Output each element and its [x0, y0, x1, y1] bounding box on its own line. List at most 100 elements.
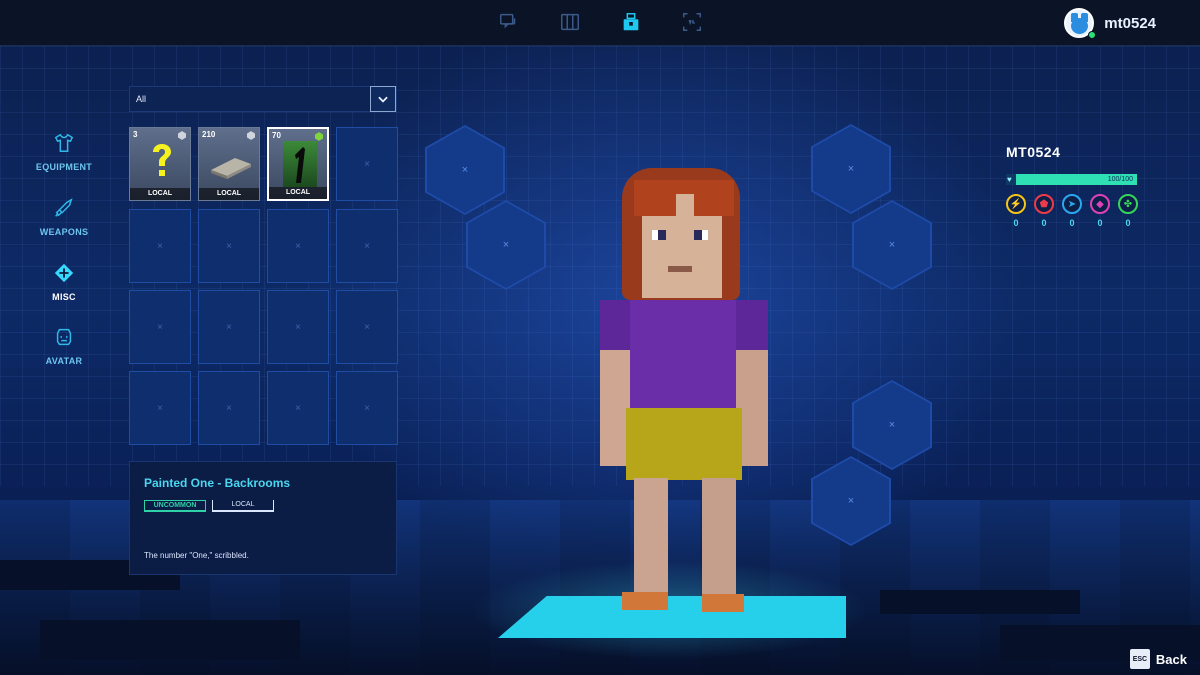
inventory-slot-empty[interactable]: × — [267, 290, 329, 364]
character-sleeve-left — [600, 300, 630, 350]
inventory-slot-empty[interactable]: × — [267, 209, 329, 283]
character-shoe-right — [702, 594, 744, 612]
inventory-slot-empty[interactable]: × — [198, 290, 260, 364]
empty-slot-icon: × — [364, 158, 370, 170]
character-pupil — [694, 230, 702, 240]
empty-slot-icon: × — [157, 402, 163, 414]
category-misc[interactable]: MISC — [30, 262, 98, 302]
character-shorts — [626, 408, 742, 480]
stat-value: 0 — [1097, 218, 1103, 228]
category-label: AVATAR — [45, 356, 83, 366]
stat-value: 0 — [1041, 218, 1047, 228]
item-source-tag: LOCAL — [199, 188, 259, 200]
character-pupil — [658, 230, 666, 240]
floor-tile-icon — [211, 158, 251, 179]
inventory-slot-empty[interactable]: × — [198, 371, 260, 445]
empty-slot-icon: × — [295, 321, 301, 333]
character-shirt — [620, 300, 746, 412]
empty-slot-icon: × — [295, 402, 301, 414]
back-button[interactable]: ESC Back — [1129, 649, 1187, 669]
inventory-slot-empty[interactable]: × — [129, 209, 191, 283]
item-count: 3 — [133, 130, 138, 139]
rarity-badge: UNCOMMON — [144, 500, 206, 512]
clover-icon: ✤ — [1118, 194, 1138, 214]
item-details-panel: Painted One - Backrooms UNCOMMON LOCAL T… — [129, 461, 397, 575]
rarity-gem-icon — [247, 131, 255, 140]
inventory-slot-number-one[interactable]: 70 LOCAL — [267, 127, 329, 201]
empty-slot-icon: × — [226, 321, 232, 333]
character-forehead — [676, 194, 694, 218]
profile-card-icon[interactable] — [680, 10, 704, 34]
item-description: The number "One," scribbled. — [144, 551, 249, 560]
character-leg-right — [702, 478, 736, 596]
filter-value: All — [136, 94, 147, 104]
inventory-slot-empty[interactable]: × — [336, 290, 398, 364]
inventory-icon[interactable] — [619, 10, 643, 34]
item-source-tag: LOCAL — [130, 188, 190, 200]
inventory-slot-empty[interactable]: × — [336, 209, 398, 283]
stat-value: 0 — [1013, 218, 1019, 228]
painted-one-art — [283, 141, 317, 187]
rarity-gem-icon — [315, 132, 323, 141]
top-bar: mt0524 — [0, 0, 1200, 46]
item-title: Painted One - Backrooms — [144, 476, 291, 490]
stat-energy: ⚡ 0 — [1006, 194, 1026, 228]
character-mouth — [668, 266, 692, 272]
heart-icon: ♥ — [1007, 175, 1012, 184]
inventory-slot-empty[interactable]: × — [336, 127, 398, 201]
category-weapons[interactable]: WEAPONS — [30, 197, 98, 237]
boot-icon: ➤ — [1062, 194, 1082, 214]
sword-icon — [55, 198, 73, 217]
inventory-slot-question-mark[interactable]: 3 LOCAL — [129, 127, 191, 201]
misc-icon — [54, 263, 74, 283]
player-name: MT0524 — [1006, 144, 1061, 160]
category-equipment[interactable]: EQUIPMENT — [30, 132, 98, 172]
empty-slot-icon: × — [295, 240, 301, 252]
floor-block — [40, 620, 300, 660]
stat-magic: ◆ 0 — [1090, 194, 1110, 228]
category-label: WEAPONS — [39, 227, 89, 237]
filter-dropdown[interactable]: All — [129, 86, 397, 112]
stat-value: 0 — [1069, 218, 1075, 228]
rarity-gem-icon — [178, 131, 186, 140]
player-character[interactable] — [590, 168, 790, 628]
empty-slot-icon: × — [226, 402, 232, 414]
chat-icon[interactable] — [497, 10, 521, 34]
inventory-slot-empty[interactable]: × — [129, 290, 191, 364]
inventory-slot-empty[interactable]: × — [129, 371, 191, 445]
category-label: EQUIPMENT — [35, 162, 93, 172]
empty-slot-icon: × — [226, 240, 232, 252]
user-profile[interactable]: mt0524 — [1064, 7, 1156, 39]
character-leg-left — [634, 478, 668, 596]
shirt-icon — [54, 133, 74, 152]
dropdown-button[interactable] — [370, 86, 396, 112]
health-bar: ♥ 100/100 — [1006, 174, 1137, 185]
map-icon[interactable] — [558, 10, 582, 34]
category-label: MISC — [52, 292, 76, 302]
empty-slot-icon: × — [364, 240, 370, 252]
empty-slot-icon: × — [157, 321, 163, 333]
stat-speed: ➤ 0 — [1062, 194, 1082, 228]
online-status-dot — [1088, 31, 1097, 39]
source-badge: LOCAL — [212, 500, 274, 512]
empty-slot-icon: × — [364, 321, 370, 333]
item-source-tag: LOCAL — [269, 187, 327, 199]
inventory-slot-empty[interactable]: × — [198, 209, 260, 283]
inventory-slot-empty[interactable]: × — [336, 371, 398, 445]
floor-block — [880, 590, 1080, 614]
shield-icon: ⬟ — [1034, 194, 1054, 214]
avatar-icon — [56, 328, 72, 346]
username: mt0524 — [1104, 14, 1156, 32]
stat-defense: ⬟ 0 — [1034, 194, 1054, 228]
lightning-icon: ⚡ — [1006, 194, 1026, 214]
inventory-slot-empty[interactable]: × — [267, 371, 329, 445]
empty-slot-icon: × — [364, 402, 370, 414]
inventory-slot-floor-tile[interactable]: 210 LOCAL — [198, 127, 260, 201]
number-one-icon — [295, 147, 305, 183]
character-sleeve-right — [736, 300, 768, 350]
stat-value: 0 — [1125, 218, 1131, 228]
question-mark-icon — [153, 144, 171, 176]
item-count: 70 — [272, 131, 281, 140]
character-shoe-left — [622, 592, 668, 610]
category-avatar[interactable]: AVATAR — [30, 326, 98, 366]
